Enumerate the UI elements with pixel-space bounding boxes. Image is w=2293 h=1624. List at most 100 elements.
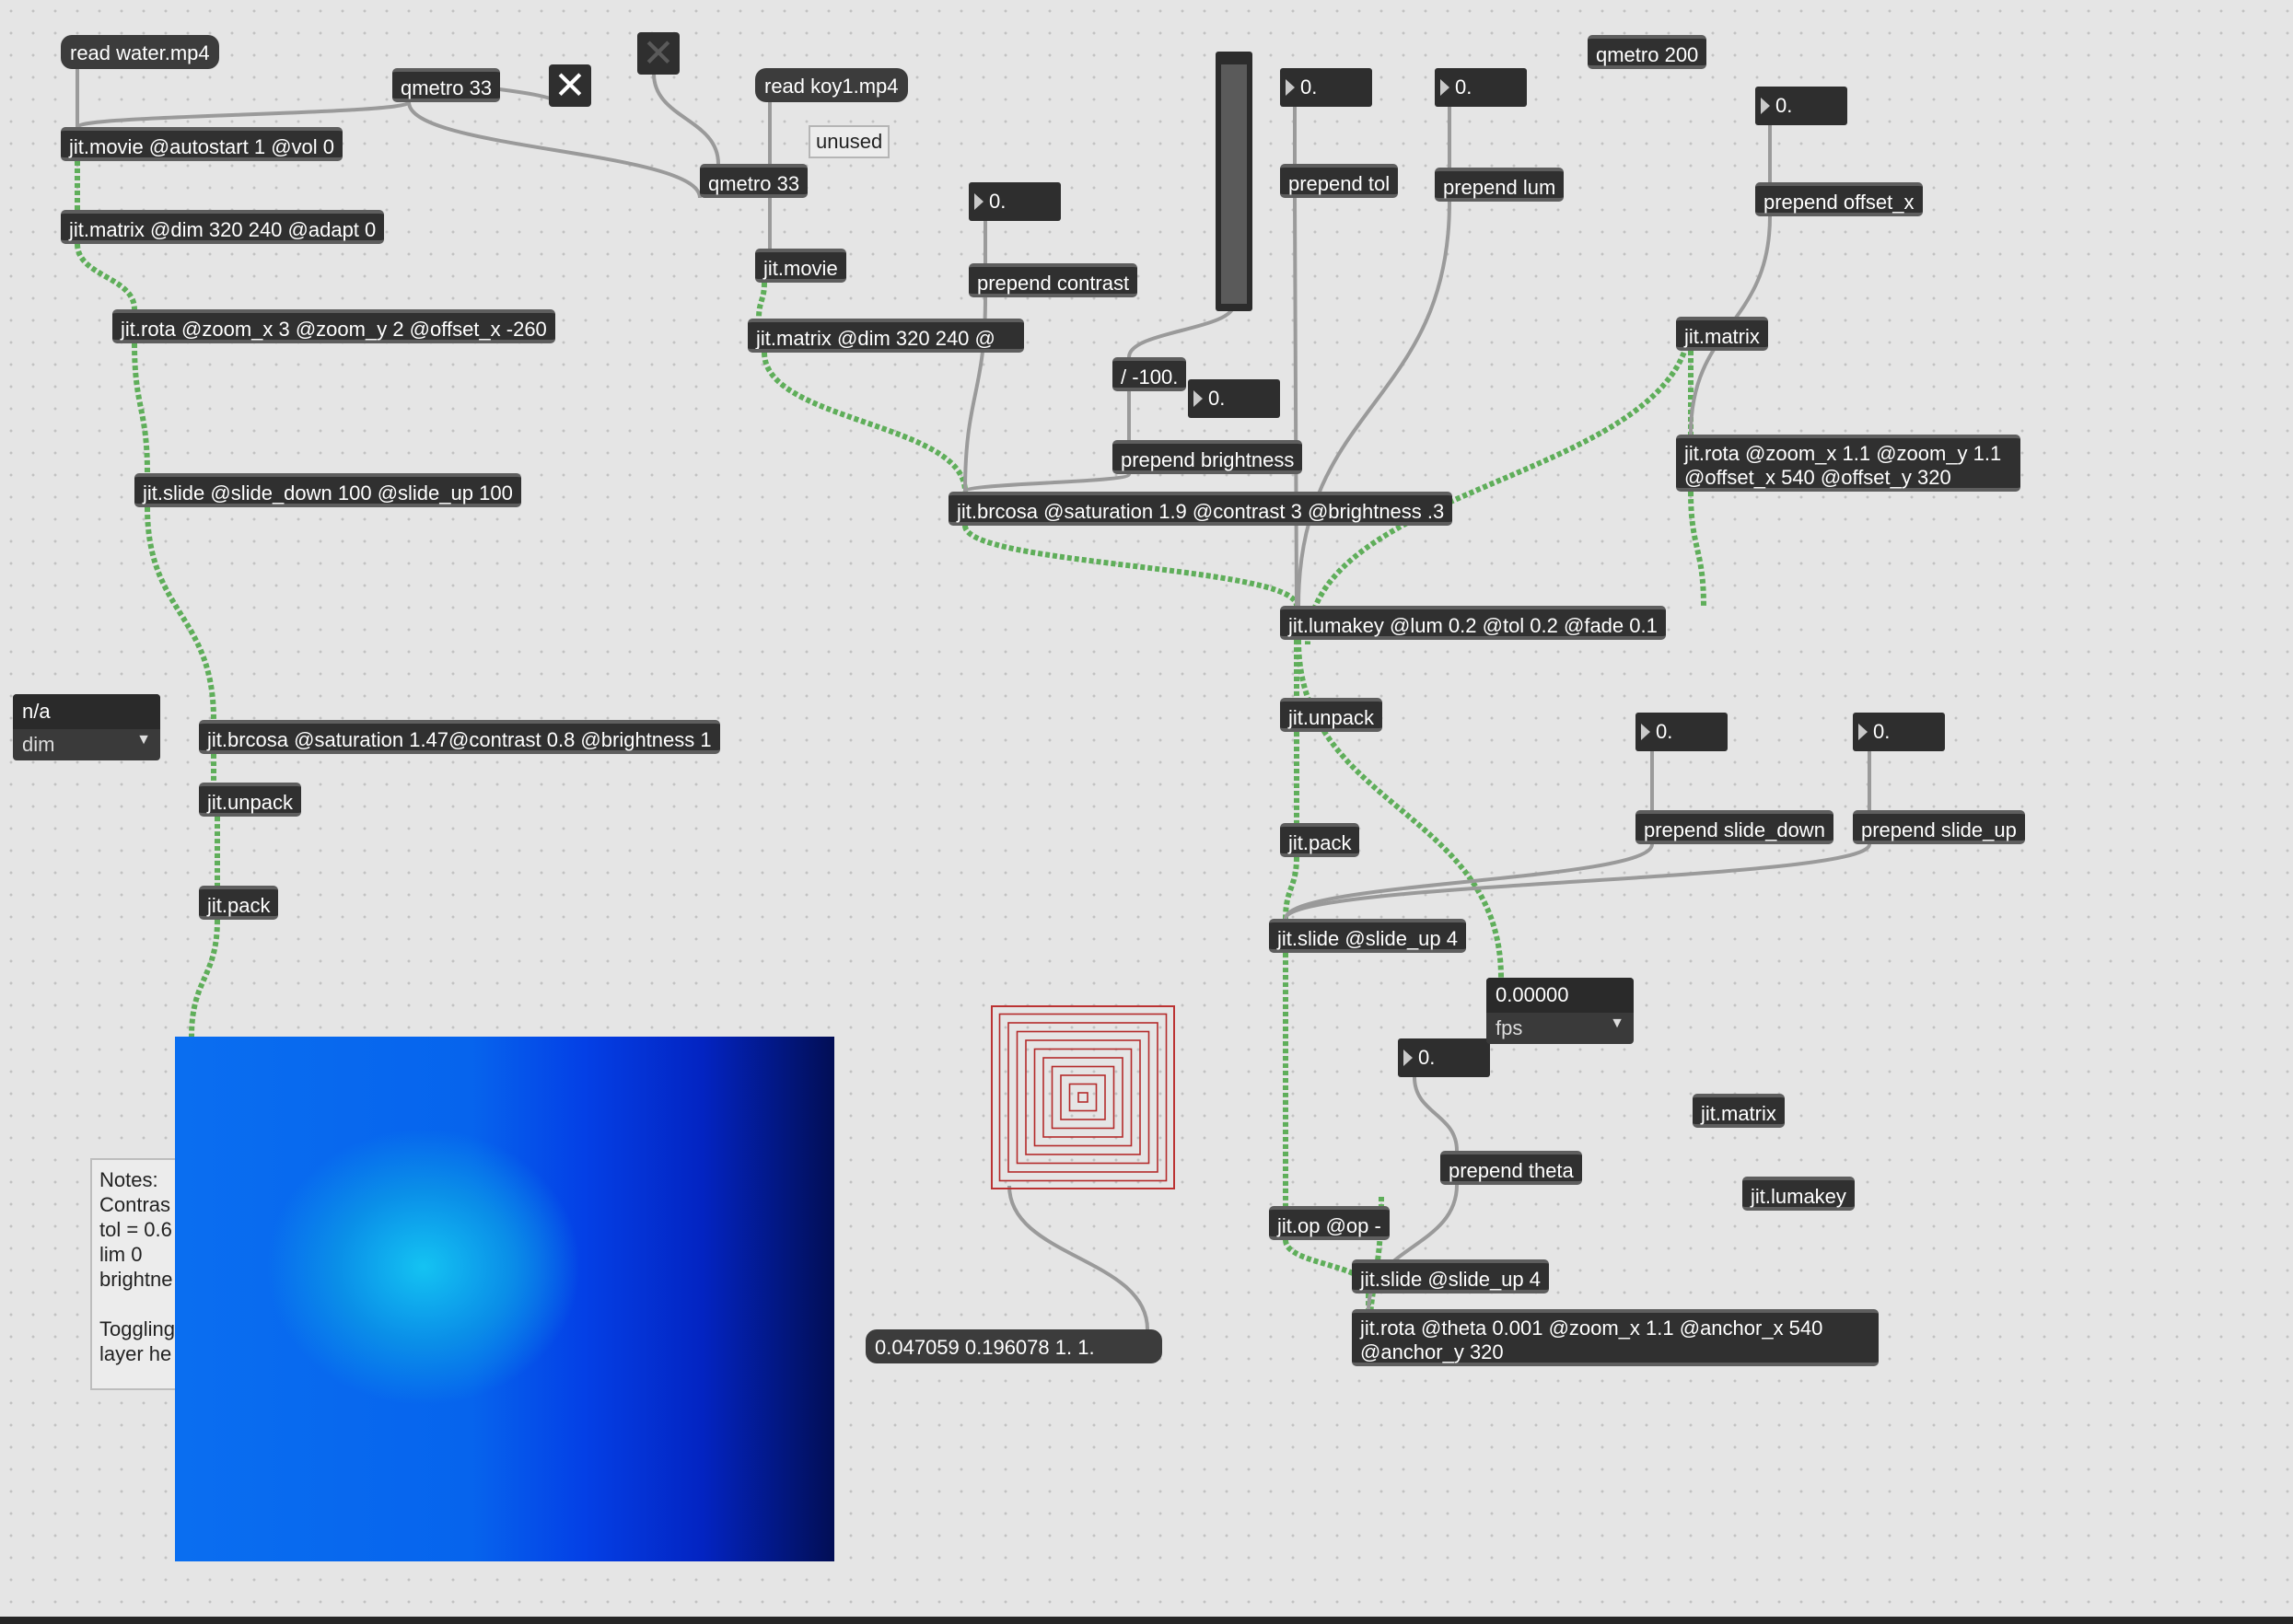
brightness-number[interactable]: 0. <box>1188 379 1280 418</box>
prepend-brightness[interactable]: prepend brightness <box>1112 440 1303 474</box>
jit-slide-up-4-b[interactable]: jit.slide @slide_up 4 <box>1352 1259 1549 1293</box>
prepend-offset-x[interactable]: prepend offset_x <box>1755 182 1923 216</box>
jit-movie-koy[interactable]: jit.movie <box>755 249 846 283</box>
contrast-number[interactable]: 0. <box>969 182 1061 221</box>
patch-cord[interactable] <box>1413 1076 1459 1152</box>
spiral-ring <box>998 1013 1168 1182</box>
fps-menu[interactable]: 0.00000 fps ▼ <box>1486 978 1634 1044</box>
patch-cord[interactable] <box>76 100 411 129</box>
jit-pack-a[interactable]: jit.pack <box>199 886 279 920</box>
jit-lumakey-unconnected[interactable]: jit.lumakey <box>1742 1177 1855 1211</box>
spiral-ring <box>1007 1022 1158 1173</box>
spiral-ring <box>1077 1092 1088 1103</box>
prepend-tol[interactable]: prepend tol <box>1280 164 1399 198</box>
qmetro-object[interactable]: qmetro 33 <box>392 68 501 102</box>
offset-x-number[interactable]: 0. <box>1755 87 1847 125</box>
spiral-ring <box>1042 1057 1123 1138</box>
divide-object[interactable]: / -100. <box>1112 357 1187 391</box>
jit-pack-b[interactable]: jit.pack <box>1280 823 1360 857</box>
jit-pwindow-video <box>175 1037 834 1561</box>
triangle-icon <box>1440 79 1449 96</box>
jit-movie-water[interactable]: jit.movie @autostart 1 @vol 0 <box>61 127 343 161</box>
jit-rota-zoom[interactable]: jit.rota @zoom_x 3 @zoom_y 2 @offset_x -… <box>112 309 555 343</box>
matrix-patch-cord[interactable] <box>756 282 767 319</box>
patch-cord[interactable] <box>1297 201 1451 607</box>
bottom-status-bar <box>0 1617 2293 1624</box>
matrix-patch-cord[interactable] <box>1305 316 1694 645</box>
theta-number[interactable]: 0. <box>1398 1038 1490 1077</box>
brightness-slider[interactable] <box>1216 52 1252 311</box>
jit-unpack-a[interactable]: jit.unpack <box>199 783 301 817</box>
triangle-icon <box>1193 390 1203 407</box>
fps-select[interactable]: fps ▼ <box>1486 1013 1634 1044</box>
jit-brcosa-koy[interactable]: jit.brcosa @saturation 1.9 @contrast 3 @… <box>949 492 1453 526</box>
patch-cord[interactable] <box>652 73 720 165</box>
jit-matrix-koy[interactable]: jit.matrix @dim 320 240 @ <box>748 319 1024 353</box>
close-x-icon: ✕ <box>642 31 675 75</box>
patch-cord[interactable] <box>963 472 1131 493</box>
tol-number[interactable]: 0. <box>1280 68 1372 107</box>
dim-menu[interactable]: n/a dim ▼ <box>13 694 160 760</box>
patch-cord[interactable] <box>1007 1185 1149 1330</box>
jit-brcosa-water[interactable]: jit.brcosa @saturation 1.47@contrast 0.8… <box>199 720 720 754</box>
read-water-message[interactable]: read water.mp4 <box>61 35 219 69</box>
patch-cord[interactable] <box>1284 843 1871 920</box>
triangle-icon <box>1641 724 1650 740</box>
spiral-ring <box>1060 1074 1106 1120</box>
toggle-b[interactable]: ✕ <box>637 32 680 75</box>
jit-rota-offset[interactable]: jit.rota @zoom_x 1.1 @zoom_y 1.1 @offset… <box>1676 435 2020 492</box>
matrix-patch-cord[interactable] <box>132 342 150 474</box>
triangle-icon <box>1761 98 1770 114</box>
chevron-down-icon: ▼ <box>136 732 151 748</box>
jit-matrix-adapt[interactable]: jit.matrix @dim 320 240 @adapt 0 <box>61 210 385 244</box>
jit-unpack-b[interactable]: jit.unpack <box>1280 698 1382 732</box>
qmetro-200-object[interactable]: qmetro 200 <box>1588 35 1707 69</box>
qmetro-object-b[interactable]: qmetro 33 <box>700 164 809 198</box>
notes-comment: Notes: Contras tol = 0.6 lim 0 brightne … <box>90 1158 188 1390</box>
dim-display: n/a <box>13 694 160 729</box>
prepend-slide-up[interactable]: prepend slide_up <box>1853 810 2025 844</box>
close-x-icon: ✕ <box>553 64 587 107</box>
spiral-graphic <box>998 1013 1168 1182</box>
prepend-contrast[interactable]: prepend contrast <box>969 263 1138 297</box>
matrix-patch-cord[interactable] <box>189 919 220 1038</box>
jit-op-minus[interactable]: jit.op @op - <box>1269 1206 1390 1240</box>
slider-rail <box>1221 64 1247 304</box>
matrix-patch-cord[interactable] <box>145 506 216 721</box>
spiral-ring <box>1033 1048 1133 1147</box>
prepend-slide-down[interactable]: prepend slide_down <box>1635 810 1833 844</box>
slide-up-number[interactable]: 0. <box>1853 713 1945 751</box>
jit-slide-up-4[interactable]: jit.slide @slide_up 4 <box>1269 919 1466 953</box>
spiral-ring <box>1068 1083 1098 1112</box>
color-message[interactable]: 0.047059 0.196078 1. 1. <box>866 1329 1162 1363</box>
matrix-patch-cord[interactable] <box>762 352 968 493</box>
jit-matrix-unconnected[interactable]: jit.matrix <box>1693 1094 1785 1128</box>
jit-slide-100[interactable]: jit.slide @slide_down 100 @slide_up 100 <box>134 473 521 507</box>
triangle-icon <box>1858 724 1868 740</box>
prepend-lum[interactable]: prepend lum <box>1435 168 1565 202</box>
jit-rota-theta[interactable]: jit.rota @theta 0.001 @zoom_x 1.1 @ancho… <box>1352 1309 1879 1366</box>
spiral-lcd-display[interactable] <box>991 1005 1175 1189</box>
slide-down-number[interactable]: 0. <box>1635 713 1728 751</box>
triangle-icon <box>974 193 984 210</box>
patch-cord[interactable] <box>1293 197 1298 607</box>
prepend-theta[interactable]: prepend theta <box>1440 1151 1582 1185</box>
triangle-icon <box>1403 1050 1413 1066</box>
jit-matrix-rota[interactable]: jit.matrix <box>1676 317 1768 351</box>
spiral-ring <box>1016 1030 1150 1165</box>
matrix-patch-cord[interactable] <box>1688 491 1706 607</box>
jit-lumakey[interactable]: jit.lumakey @lum 0.2 @tol 0.2 @fade 0.1 <box>1280 606 1666 640</box>
dim-select[interactable]: dim ▼ <box>13 729 160 760</box>
read-koy-message[interactable]: read koy1.mp4 <box>755 68 908 102</box>
matrix-patch-cord[interactable] <box>75 243 137 310</box>
triangle-icon <box>1286 79 1295 96</box>
unused-comment: unused <box>809 125 890 158</box>
matrix-patch-cord[interactable] <box>962 525 1299 607</box>
patch-cord[interactable] <box>407 101 702 199</box>
chevron-down-icon: ▼ <box>1610 1015 1624 1031</box>
lum-number[interactable]: 0. <box>1435 68 1527 107</box>
toggle-a[interactable]: ✕ <box>549 64 591 107</box>
fps-display: 0.00000 <box>1486 978 1634 1013</box>
matrix-patch-cord[interactable] <box>1283 856 1299 920</box>
patch-cord[interactable] <box>1127 303 1236 358</box>
